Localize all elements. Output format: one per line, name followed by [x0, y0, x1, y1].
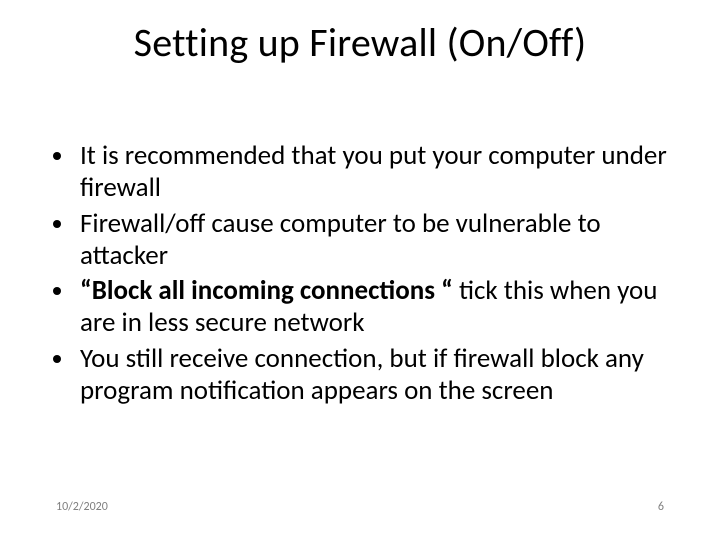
bullet-text: Firewall/off cause computer to be vulner… — [80, 207, 601, 272]
slide-title: Setting up Firewall (On/Off) — [0, 18, 720, 67]
slide-body: It is recommended that you put your comp… — [48, 140, 672, 411]
bullet-text: It is recommended that you put your comp… — [80, 139, 667, 204]
slide: Setting up Firewall (On/Off) It is recom… — [0, 0, 720, 540]
bullet-bold: “Block all incoming connections “ — [80, 274, 459, 307]
bullet-text: You still receive connection, but if fir… — [80, 342, 644, 407]
footer-page-number: 6 — [658, 500, 664, 514]
bullet-list: It is recommended that you put your comp… — [48, 140, 672, 407]
list-item: You still receive connection, but if fir… — [76, 343, 672, 407]
list-item: “Block all incoming connections “ tick t… — [76, 275, 672, 339]
list-item: Firewall/off cause computer to be vulner… — [76, 208, 672, 272]
footer-date: 10/2/2020 — [56, 500, 108, 514]
list-item: It is recommended that you put your comp… — [76, 140, 672, 204]
